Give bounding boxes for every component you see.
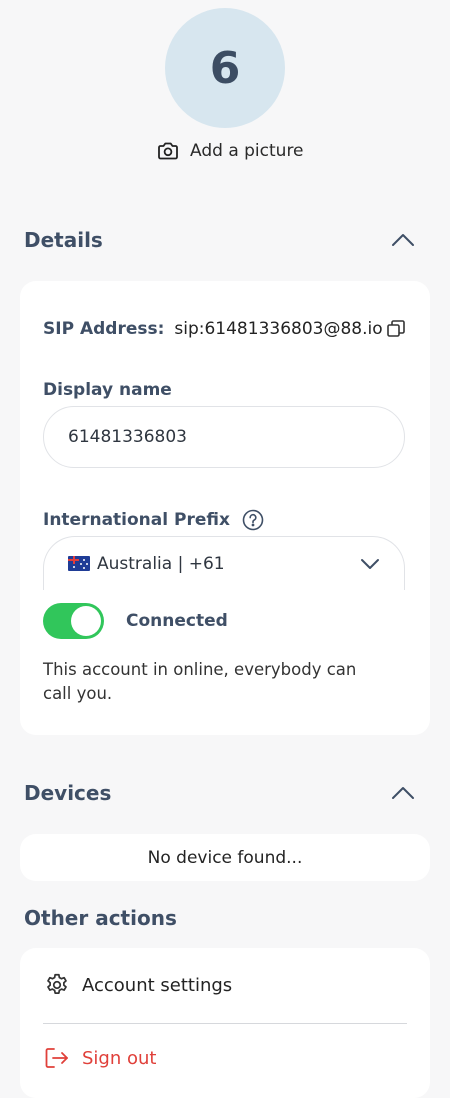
display-name-label: Display name bbox=[43, 380, 172, 400]
sign-out-button[interactable]: Sign out bbox=[44, 1046, 406, 1070]
details-title: Details bbox=[24, 228, 103, 252]
connected-toggle-row: Connected bbox=[43, 603, 228, 639]
display-name-input[interactable]: 61481336803 bbox=[43, 406, 405, 468]
add-picture-label: Add a picture bbox=[190, 141, 304, 161]
international-prefix-value: Australia | +61 bbox=[97, 553, 225, 574]
international-prefix-select[interactable]: Australia | +61 bbox=[43, 536, 405, 590]
avatar-initial: 6 bbox=[209, 42, 241, 94]
chevron-up-icon bbox=[392, 787, 414, 799]
devices-section-header: Devices bbox=[24, 781, 418, 805]
devices-collapse-button[interactable] bbox=[388, 781, 418, 805]
display-name-label-text: Display name bbox=[43, 380, 172, 400]
display-name-value: 61481336803 bbox=[68, 427, 187, 447]
chevron-up-icon bbox=[392, 234, 414, 246]
details-collapse-button[interactable] bbox=[388, 228, 418, 252]
connected-label: Connected bbox=[126, 611, 228, 631]
international-prefix-label-text: International Prefix bbox=[43, 510, 230, 530]
toggle-knob bbox=[71, 606, 101, 636]
details-section-header: Details bbox=[24, 228, 418, 252]
copy-button[interactable] bbox=[386, 319, 406, 339]
sip-address-value: sip:61481336803@88.io bbox=[174, 319, 383, 339]
sign-out-label: Sign out bbox=[82, 1047, 157, 1069]
chevron-down-icon bbox=[360, 558, 380, 570]
devices-card: No device found... bbox=[20, 834, 430, 881]
details-card: SIP Address: sip:61481336803@88.io Displ… bbox=[20, 281, 430, 735]
other-actions-title: Other actions bbox=[24, 906, 177, 930]
camera-icon bbox=[157, 141, 179, 161]
other-actions-section-header: Other actions bbox=[24, 906, 418, 930]
sip-address-label: SIP Address: bbox=[43, 319, 165, 339]
gear-icon bbox=[44, 972, 70, 998]
international-prefix-label: International Prefix bbox=[43, 509, 264, 531]
connected-toggle[interactable] bbox=[43, 603, 104, 639]
no-device-text: No device found... bbox=[147, 847, 303, 868]
account-settings-button[interactable]: Account settings bbox=[44, 972, 406, 998]
add-picture-button[interactable]: Add a picture bbox=[157, 141, 304, 161]
sip-address-row: SIP Address: sip:61481336803@88.io bbox=[43, 319, 406, 339]
connection-status-text: This account in online, everybody can ca… bbox=[43, 660, 357, 703]
devices-title: Devices bbox=[24, 781, 112, 805]
australia-flag-icon bbox=[68, 556, 90, 571]
copy-icon bbox=[387, 320, 405, 337]
sign-out-icon bbox=[44, 1046, 70, 1070]
help-icon[interactable] bbox=[242, 509, 264, 531]
avatar[interactable]: 6 bbox=[165, 8, 285, 128]
account-settings-label: Account settings bbox=[82, 974, 233, 996]
divider bbox=[43, 1023, 407, 1024]
other-actions-card: Account settings Sign out bbox=[20, 948, 430, 1098]
